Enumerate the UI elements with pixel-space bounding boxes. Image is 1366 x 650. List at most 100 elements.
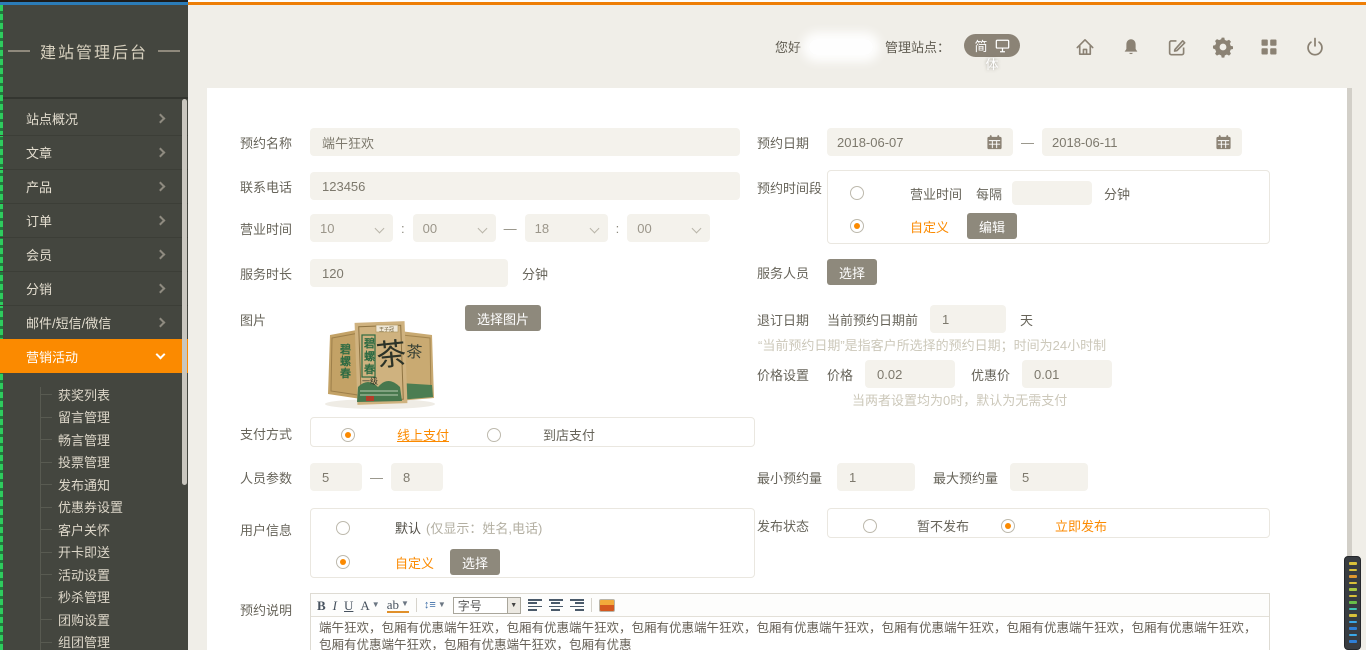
submenu-item-award-list[interactable]: 获奖列表 [0, 383, 188, 406]
font-size-select[interactable]: 字号 ▼ [453, 597, 521, 614]
service-duration-input[interactable] [310, 259, 508, 287]
minimap-widget[interactable] [1344, 556, 1361, 650]
bold-button[interactable]: B [317, 599, 326, 612]
choose-image-button[interactable]: 选择图片 [465, 305, 541, 331]
reservation-date-label: 预约日期 [757, 133, 827, 152]
editor-content[interactable]: 端午狂欢，包厢有优惠端午狂欢，包厢有优惠端午狂欢，包厢有优惠端午狂欢，包厢有优惠… [311, 617, 1269, 650]
payment-online-option[interactable]: 线上支付 [397, 425, 449, 444]
reservation-date-start-input[interactable]: 2018-06-07 [827, 128, 1013, 156]
svg-text:茶: 茶 [406, 343, 423, 362]
to-hour-select[interactable]: 18 [525, 214, 608, 242]
svg-text:螺: 螺 [340, 354, 351, 368]
time-slot-edit-button[interactable]: 编辑 [967, 213, 1017, 239]
staff-select-button[interactable]: 选择 [827, 259, 877, 285]
logo-dash-left [8, 50, 30, 52]
sidebar-nav: 站点概况 文章 产品 订单 会员 分销 邮件/短信/微信 营销活动 [0, 101, 188, 373]
submenu-item-changyan-management[interactable]: 畅言管理 [0, 428, 188, 451]
time-slot-interval-input[interactable] [1012, 181, 1092, 205]
align-right-button[interactable] [570, 599, 584, 611]
submenu-item-vote-management[interactable]: 投票管理 [0, 451, 188, 474]
cancel-date-hint: “当前预约日期”是指客户所选择的预约日期；时间为24小时制 [758, 335, 1106, 354]
to-minute-select[interactable]: 00 [627, 214, 710, 242]
sidebar-item-marketing[interactable]: 营销活动 [0, 339, 188, 373]
bell-icon[interactable] [1120, 36, 1142, 58]
sidebar-item-site-overview[interactable]: 站点概况 [0, 101, 188, 135]
min-booking-input[interactable] [837, 463, 915, 491]
submenu-item-coupon-settings[interactable]: 优惠券设置 [0, 496, 188, 519]
people-range-label: 人员参数 [240, 468, 310, 487]
people-min-input[interactable] [310, 463, 362, 491]
submenu-item-activity-settings[interactable]: 活动设置 [0, 563, 188, 586]
duration-unit: 分钟 [522, 264, 548, 283]
payment-box: 线上支付 到店支付 [310, 417, 755, 447]
from-minute-select[interactable]: 00 [413, 214, 496, 242]
language-switcher[interactable]: 简 体 [964, 34, 1020, 73]
font-color-button[interactable]: A▼ [360, 599, 379, 612]
highlight-button[interactable]: ab▼ [387, 598, 409, 613]
insert-image-button[interactable] [599, 599, 615, 612]
submenu-item-customer-care[interactable]: 客户关怀 [0, 518, 188, 541]
italic-button[interactable]: I [333, 599, 337, 612]
contact-phone-input[interactable] [310, 172, 740, 200]
publish-now-option[interactable]: 立即发布 [1055, 516, 1107, 535]
sidebar: 建站管理后台 站点概况 文章 产品 订单 会员 分销 邮件/短信/微信 营销活动… [0, 5, 188, 650]
submenu-item-card-gift[interactable]: 开卡即送 [0, 541, 188, 564]
reservation-name-input[interactable] [310, 128, 740, 156]
user-info-default-radio[interactable] [336, 521, 350, 535]
font-size-dropdown-arrow: ▼ [507, 598, 520, 613]
publish-now-radio[interactable] [1001, 519, 1015, 533]
reservation-form-panel: 预约名称 预约日期 2018-06-07 — 2018-06-11 联系电话 预… [207, 88, 1347, 650]
from-hour-select[interactable]: 10 [310, 214, 393, 242]
reservation-date-end-input[interactable]: 2018-06-11 [1042, 128, 1242, 156]
chevron-right-icon [156, 113, 166, 123]
line-height-button[interactable]: ↕≡▼ [424, 600, 446, 611]
payment-instore-radio[interactable] [487, 428, 501, 442]
cancel-date-prefix: 当前预约日期前 [827, 310, 918, 329]
max-booking-input[interactable] [1010, 463, 1088, 491]
align-left-button[interactable] [528, 599, 542, 611]
cancel-date-input[interactable] [930, 305, 1006, 333]
gear-icon[interactable] [1212, 36, 1234, 58]
discount-price-input[interactable] [1022, 360, 1112, 388]
price-input[interactable] [865, 360, 955, 388]
time-slot-label: 预约时间段 [757, 178, 827, 197]
sidebar-item-mail-sms-wechat[interactable]: 邮件/短信/微信 [0, 305, 188, 339]
sidebar-item-articles[interactable]: 文章 [0, 135, 188, 169]
time-slot-custom-radio[interactable] [850, 219, 864, 233]
underline-button[interactable]: U [344, 599, 353, 612]
edit-icon[interactable] [1166, 36, 1188, 58]
svg-text:春: 春 [364, 362, 376, 376]
submenu-item-group-buy[interactable]: 团购设置 [0, 608, 188, 631]
payment-instore-option[interactable]: 到店支付 [543, 425, 595, 444]
apps-grid-icon[interactable] [1258, 36, 1280, 58]
sidebar-item-products[interactable]: 产品 [0, 169, 188, 203]
publish-later-option[interactable]: 暂不发布 [917, 516, 969, 535]
sidebar-item-members[interactable]: 会员 [0, 237, 188, 271]
submenu-item-publish-notice[interactable]: 发布通知 [0, 473, 188, 496]
sidebar-scrollbar[interactable] [182, 99, 187, 485]
user-info-default-option[interactable]: 默认 [395, 518, 421, 537]
submenu-item-flash-sale[interactable]: 秒杀管理 [0, 586, 188, 609]
chevron-right-icon [156, 182, 166, 192]
language-pill[interactable]: 简 [964, 34, 1020, 57]
user-info-select-button[interactable]: 选择 [450, 549, 500, 575]
publish-later-radio[interactable] [863, 519, 877, 533]
align-center-button[interactable] [549, 599, 563, 611]
sidebar-item-orders[interactable]: 订单 [0, 203, 188, 237]
logo-dash-right [158, 50, 180, 52]
user-info-custom-option[interactable]: 自定义 [395, 553, 434, 572]
power-icon[interactable] [1304, 36, 1326, 58]
people-max-input[interactable] [391, 463, 443, 491]
payment-online-radio[interactable] [341, 428, 355, 442]
time-slot-business-radio[interactable] [850, 186, 864, 200]
sidebar-item-distribution[interactable]: 分销 [0, 271, 188, 305]
toolbar-divider [416, 598, 417, 612]
submenu-item-message-management[interactable]: 留言管理 [0, 406, 188, 429]
submenu-item-group-management[interactable]: 组团管理 [0, 631, 188, 650]
publish-status-box: 暂不发布 立即发布 [827, 508, 1270, 538]
home-icon[interactable] [1074, 36, 1096, 58]
chevron-right-icon [156, 284, 166, 294]
svg-text:王子冠: 王子冠 [379, 326, 394, 333]
svg-text:春: 春 [340, 366, 352, 380]
user-info-custom-radio[interactable] [336, 555, 350, 569]
